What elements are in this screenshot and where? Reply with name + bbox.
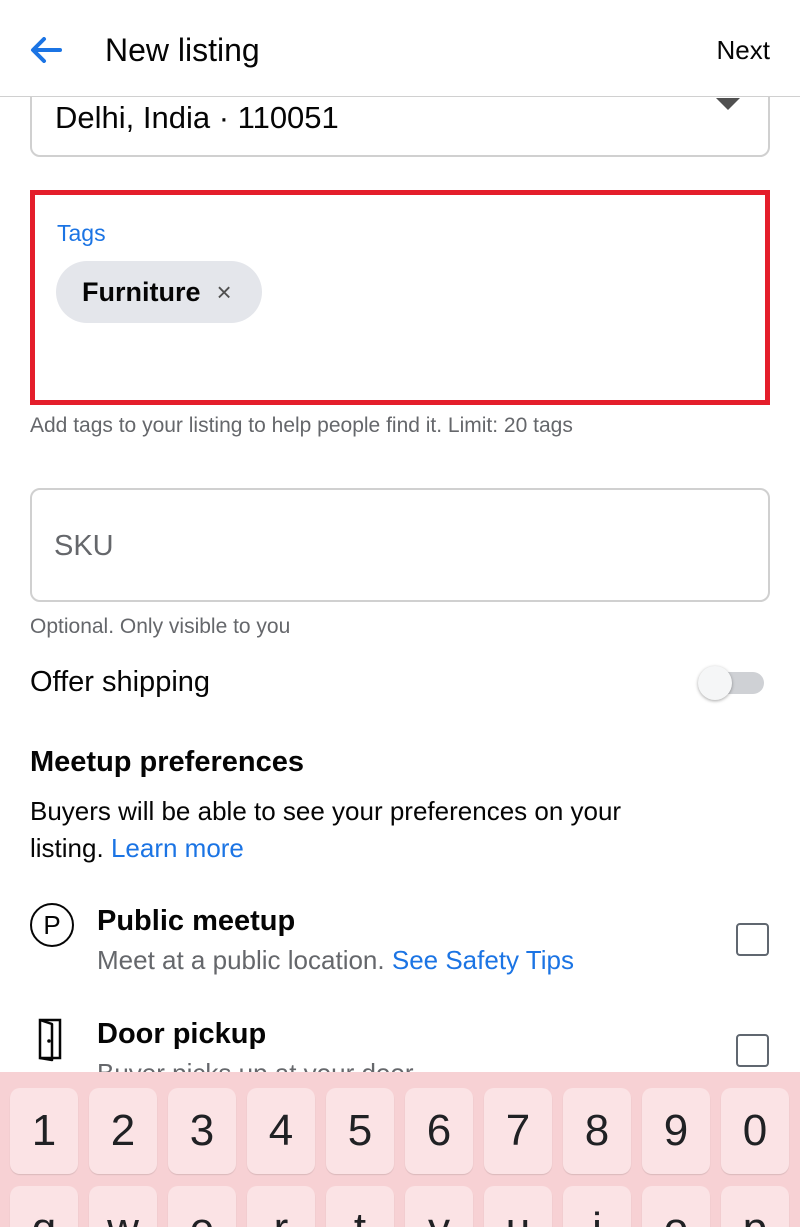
toggle-knob bbox=[698, 666, 732, 700]
close-icon[interactable]: × bbox=[217, 279, 232, 305]
safety-tips-link[interactable]: See Safety Tips bbox=[392, 945, 574, 975]
tags-label: Tags bbox=[57, 220, 106, 246]
door-pickup-checkbox[interactable] bbox=[736, 1034, 769, 1067]
public-meetup-checkbox[interactable] bbox=[736, 923, 769, 956]
public-meetup-subtitle: Meet at a public location. See Safety Ti… bbox=[97, 943, 574, 977]
key-9[interactable]: 9 bbox=[642, 1088, 710, 1174]
parking-icon-glyph: P bbox=[30, 903, 74, 947]
offer-shipping-label: Offer shipping bbox=[30, 666, 211, 698]
meetup-preferences-heading: Meetup preferences bbox=[30, 746, 304, 778]
tags-helper-text: Add tags to your listing to help people … bbox=[30, 414, 573, 437]
door-pickup-title: Door pickup bbox=[97, 1018, 267, 1050]
page-title: New listing bbox=[105, 32, 260, 68]
public-meetup-subtitle-text: Meet at a public location. bbox=[97, 945, 385, 975]
sku-input[interactable] bbox=[54, 524, 734, 568]
key-t[interactable]: t bbox=[326, 1186, 394, 1227]
key-r[interactable]: r bbox=[247, 1186, 315, 1227]
parking-icon: P bbox=[30, 903, 76, 949]
public-meetup-option[interactable]: P Public meetup Meet at a public locatio… bbox=[0, 903, 800, 983]
key-1[interactable]: 1 bbox=[10, 1088, 78, 1174]
learn-more-link[interactable]: Learn more bbox=[111, 833, 244, 863]
key-u[interactable]: u bbox=[484, 1186, 552, 1227]
key-6[interactable]: 6 bbox=[405, 1088, 473, 1174]
public-meetup-title: Public meetup bbox=[97, 905, 296, 937]
caret-down-icon bbox=[716, 98, 740, 110]
app-header: New listing Next bbox=[0, 0, 800, 97]
key-w[interactable]: w bbox=[89, 1186, 157, 1227]
meetup-description: Buyers will be able to see your preferen… bbox=[30, 793, 650, 867]
key-5[interactable]: 5 bbox=[326, 1088, 394, 1174]
key-7[interactable]: 7 bbox=[484, 1088, 552, 1174]
sku-helper-text: Optional. Only visible to you bbox=[30, 615, 291, 638]
on-screen-keyboard: 1 2 3 4 5 6 7 8 9 0 q w e r t y u i o p bbox=[0, 1072, 800, 1227]
key-2[interactable]: 2 bbox=[89, 1088, 157, 1174]
key-3[interactable]: 3 bbox=[168, 1088, 236, 1174]
offer-shipping-toggle[interactable] bbox=[698, 664, 764, 700]
tags-field[interactable]: Tags Furniture × bbox=[30, 190, 770, 405]
sku-field[interactable] bbox=[30, 488, 770, 602]
key-e[interactable]: e bbox=[168, 1186, 236, 1227]
key-i[interactable]: i bbox=[563, 1186, 631, 1227]
arrow-left-icon bbox=[31, 37, 62, 63]
key-4[interactable]: 4 bbox=[247, 1088, 315, 1174]
key-y[interactable]: y bbox=[405, 1186, 473, 1227]
key-o[interactable]: o bbox=[642, 1186, 710, 1227]
location-value: Delhi, India · 110051 bbox=[55, 100, 339, 135]
door-icon bbox=[30, 1016, 76, 1062]
key-8[interactable]: 8 bbox=[563, 1088, 631, 1174]
tag-chip-label: Furniture bbox=[82, 276, 201, 307]
tag-chip[interactable]: Furniture × bbox=[56, 261, 262, 323]
key-q[interactable]: q bbox=[10, 1186, 78, 1227]
door-icon-svg bbox=[38, 1018, 62, 1062]
key-0[interactable]: 0 bbox=[721, 1088, 789, 1174]
key-p[interactable]: p bbox=[721, 1186, 789, 1227]
back-button[interactable] bbox=[30, 30, 74, 70]
next-button[interactable]: Next bbox=[717, 34, 770, 66]
